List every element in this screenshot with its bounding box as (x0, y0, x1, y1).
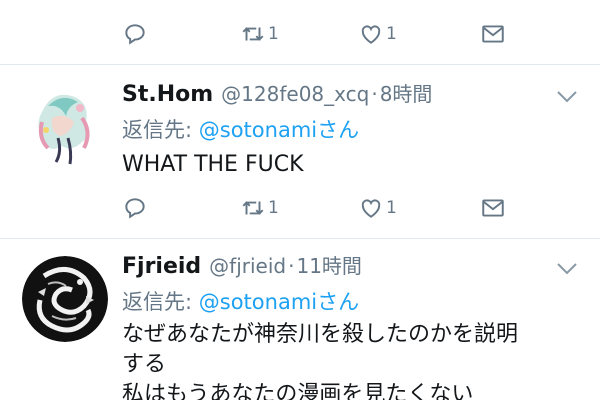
timestamp[interactable]: 11時間 (296, 250, 361, 279)
separator: · (288, 254, 295, 278)
reply-prefix: 返信先: (122, 290, 199, 314)
retweet-count: 1 (268, 24, 279, 44)
retweet-icon (242, 27, 264, 41)
tweet[interactable]: St.Hom @128fe08_xcq · 8時間 返信先: @sotonami… (0, 78, 600, 238)
avatar[interactable] (22, 256, 108, 342)
tweet-action-bar: 1 1 (0, 188, 600, 228)
chevron-down-icon[interactable] (556, 90, 578, 104)
dm-icon (482, 199, 504, 217)
tweet-divider (0, 64, 600, 65)
like-button[interactable]: 1 (358, 188, 397, 228)
dm-button[interactable] (480, 188, 506, 228)
like-icon (361, 25, 381, 44)
retweet-icon (242, 201, 264, 215)
tweet-action-bar: 1 1 (0, 14, 600, 54)
dm-icon (482, 25, 504, 43)
like-count: 1 (386, 198, 397, 218)
tweet-divider (0, 238, 600, 239)
retweet-count: 1 (268, 198, 279, 218)
display-name[interactable]: Fjrieid (122, 254, 201, 279)
reply-prefix: 返信先: (122, 118, 199, 142)
reply-mention-link[interactable]: @sotonamiさん (199, 290, 359, 314)
tweet-text-line: する (122, 352, 167, 377)
like-count: 1 (386, 24, 397, 44)
reply-button[interactable] (122, 14, 148, 54)
tweet-text-line: 私はもうあなたの漫画を見たくない (122, 382, 474, 400)
tweet-text: なぜあなたが神奈川を殺したのかを説明 する 私はもうあなたの漫画を見たくない (122, 320, 562, 400)
chevron-down-icon[interactable] (556, 262, 578, 276)
separator: · (371, 82, 378, 106)
tweet-text-line: なぜあなたが神奈川を殺したのかを説明 (122, 322, 519, 347)
reply-context: 返信先: @sotonamiさん (122, 114, 359, 144)
retweet-button[interactable]: 1 (240, 188, 279, 228)
display-name[interactable]: St.Hom (122, 82, 213, 107)
dm-button[interactable] (480, 14, 506, 54)
tweet-text: WHAT THE FUCK (122, 152, 304, 177)
tweet-header: St.Hom @128fe08_xcq · 8時間 (122, 78, 432, 114)
timestamp[interactable]: 8時間 (380, 78, 433, 107)
tweet-header: Fjrieid @fjrieid · 11時間 (122, 250, 362, 286)
reply-mention-link[interactable]: @sotonamiさん (199, 118, 359, 142)
reply-button[interactable] (122, 188, 148, 228)
avatar[interactable] (22, 82, 108, 168)
retweet-button[interactable]: 1 (240, 14, 279, 54)
like-icon (361, 199, 381, 218)
user-handle[interactable]: @fjrieid (209, 254, 286, 278)
tweet[interactable]: Fjrieid @fjrieid · 11時間 返信先: @sotonamiさん… (0, 250, 600, 400)
user-handle[interactable]: @128fe08_xcq (221, 82, 369, 106)
reply-context: 返信先: @sotonamiさん (122, 286, 359, 316)
reply-icon (125, 198, 145, 219)
like-button[interactable]: 1 (358, 14, 397, 54)
reply-icon (125, 24, 145, 45)
